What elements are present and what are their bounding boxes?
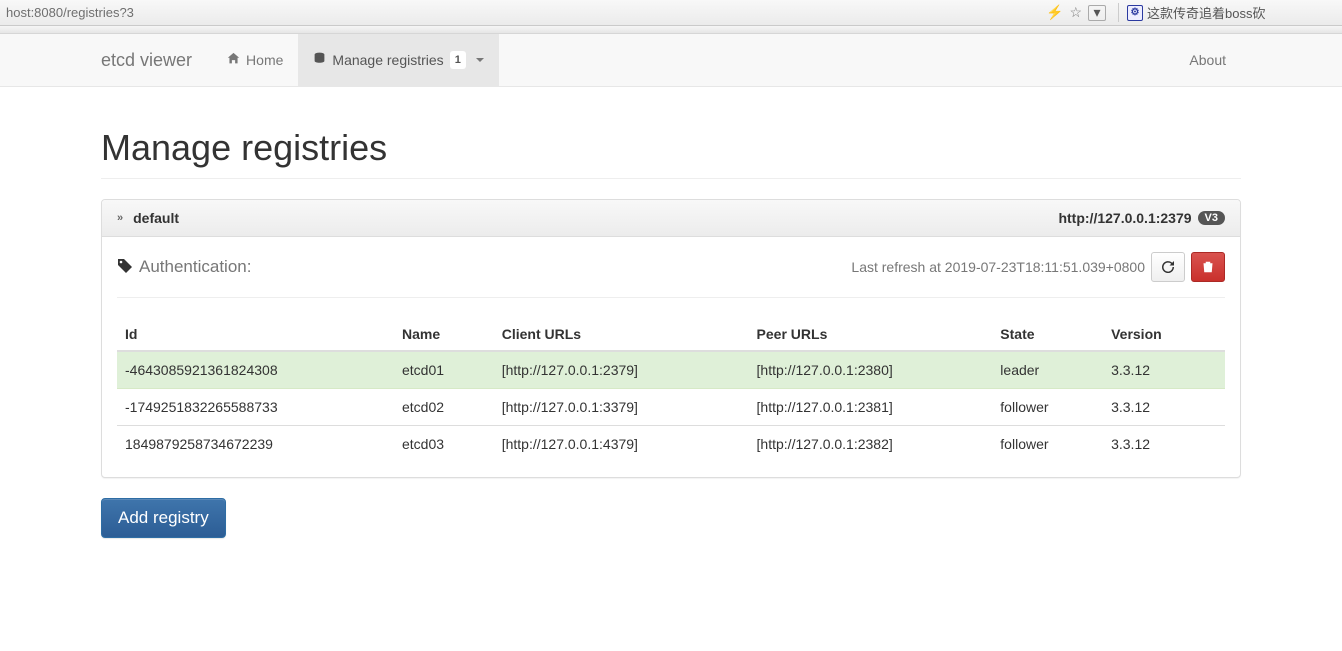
cell-client: [http://127.0.0.1:3379] — [494, 389, 749, 426]
cell-version: 3.3.12 — [1103, 426, 1225, 463]
col-peer: Peer URLs — [749, 318, 993, 351]
caret-down-icon — [476, 58, 484, 62]
registry-panel-default: » default http://127.0.0.1:2379 V3 Authe… — [101, 199, 1241, 478]
cell-client: [http://127.0.0.1:2379] — [494, 351, 749, 389]
page-header: Manage registries — [101, 127, 1241, 179]
star-icon[interactable]: ☆ — [1069, 4, 1082, 21]
home-icon — [227, 52, 240, 68]
col-name: Name — [394, 318, 494, 351]
expand-icon: » — [117, 212, 123, 224]
col-id: Id — [117, 318, 394, 351]
page-title: Manage registries — [101, 127, 1241, 169]
trash-icon — [1202, 261, 1214, 273]
col-state: State — [992, 318, 1103, 351]
table-row: 1849879258734672239 etcd03 [http://127.0… — [117, 426, 1225, 463]
col-client: Client URLs — [494, 318, 749, 351]
cell-client: [http://127.0.0.1:4379] — [494, 426, 749, 463]
extension-icon: ⚙ — [1127, 5, 1143, 21]
table-row: -1749251832265588733 etcd02 [http://127.… — [117, 389, 1225, 426]
add-registry-button[interactable]: Add registry — [101, 498, 226, 538]
brand-link[interactable]: etcd viewer — [101, 50, 212, 71]
cell-id: -1749251832265588733 — [117, 389, 394, 426]
last-refresh-text: Last refresh at 2019-07-23T18:11:51.039+… — [851, 259, 1145, 275]
nav-home-label: Home — [246, 52, 283, 68]
browser-sub-bar — [0, 26, 1342, 34]
main-navbar: etcd viewer Home Manage registries 1 Abo… — [0, 34, 1342, 87]
cell-name: etcd03 — [394, 426, 494, 463]
nav-about-label: About — [1189, 52, 1226, 68]
browser-toolbar: host:8080/registries?3 ⚡ ☆ ▾ ⚙ 这款传奇追着bos… — [0, 0, 1342, 26]
cell-id: 1849879258734672239 — [117, 426, 394, 463]
cell-version: 3.3.12 — [1103, 389, 1225, 426]
col-version: Version — [1103, 318, 1225, 351]
table-row: -4643085921361824308 etcd01 [http://127.… — [117, 351, 1225, 389]
table-header-row: Id Name Client URLs Peer URLs State Vers… — [117, 318, 1225, 351]
cell-name: etcd02 — [394, 389, 494, 426]
version-badge: V3 — [1198, 211, 1225, 225]
cell-peer: [http://127.0.0.1:2382] — [749, 426, 993, 463]
lightning-icon: ⚡ — [1046, 4, 1063, 21]
nav-home[interactable]: Home — [212, 34, 298, 86]
cell-peer: [http://127.0.0.1:2380] — [749, 351, 993, 389]
cell-id: -4643085921361824308 — [117, 351, 394, 389]
cell-version: 3.3.12 — [1103, 351, 1225, 389]
cell-name: etcd01 — [394, 351, 494, 389]
cell-peer: [http://127.0.0.1:2381] — [749, 389, 993, 426]
url-bar[interactable]: host:8080/registries?3 — [4, 5, 1040, 20]
nav-about[interactable]: About — [1174, 34, 1241, 86]
registry-name: default — [133, 210, 179, 226]
cell-state: leader — [992, 351, 1103, 389]
refresh-icon — [1162, 261, 1174, 273]
cell-state: follower — [992, 426, 1103, 463]
refresh-button[interactable] — [1151, 252, 1185, 282]
registry-url: http://127.0.0.1:2379 — [1058, 210, 1191, 226]
database-icon — [313, 52, 326, 68]
extension-text: 这款传奇追着boss砍 — [1147, 3, 1265, 22]
delete-button[interactable] — [1191, 252, 1225, 282]
chevron-down-icon[interactable]: ▾ — [1088, 5, 1106, 21]
members-table: Id Name Client URLs Peer URLs State Vers… — [117, 318, 1225, 462]
nav-manage-registries[interactable]: Manage registries 1 — [298, 34, 498, 86]
authentication-label: Authentication: — [139, 257, 251, 277]
cell-state: follower — [992, 389, 1103, 426]
browser-extension[interactable]: ⚙ 这款传奇追着boss砍 — [1118, 3, 1338, 22]
nav-manage-label: Manage registries — [332, 52, 443, 68]
panel-heading[interactable]: » default http://127.0.0.1:2379 V3 — [102, 200, 1240, 237]
tag-icon — [117, 258, 133, 277]
browser-indicators: ⚡ ☆ ▾ — [1040, 4, 1112, 21]
registries-count-badge: 1 — [450, 51, 466, 69]
divider — [117, 297, 1225, 298]
